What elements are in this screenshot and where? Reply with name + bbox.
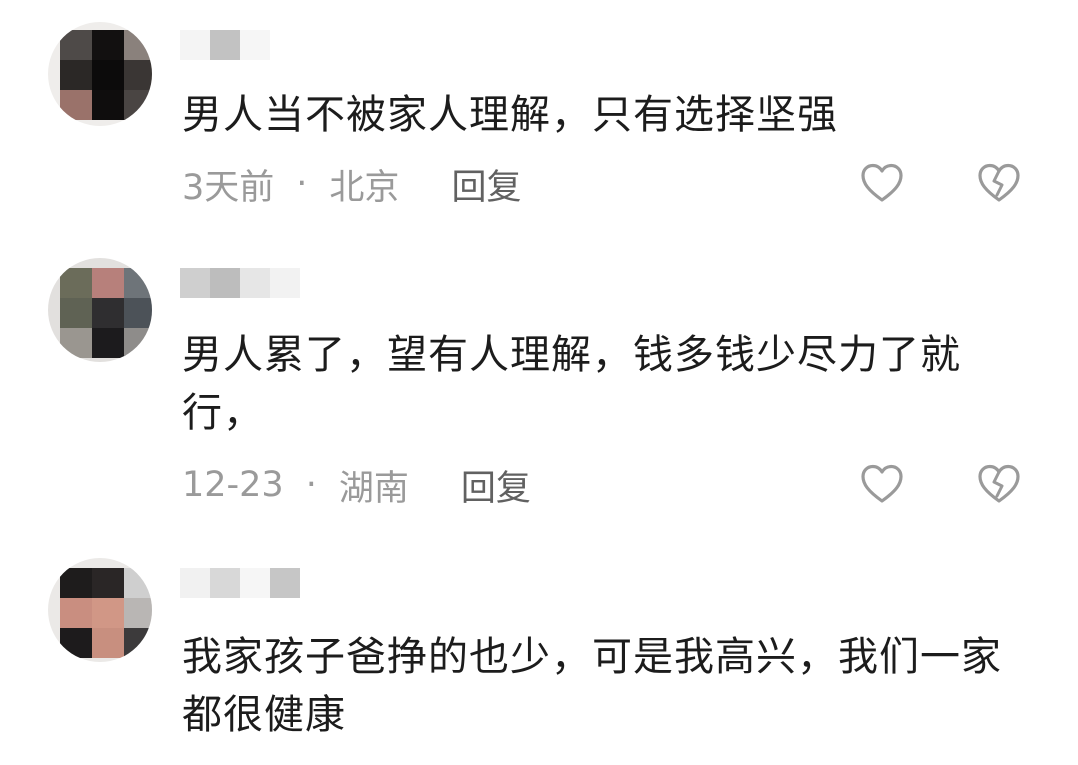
comment-time: 12-23 [182,465,284,505]
broken-heart-icon[interactable] [977,162,1021,204]
username-blurred[interactable] [180,568,300,598]
meta-separator: · [305,465,317,505]
username-blurred[interactable] [180,30,270,60]
meta-separator: · [296,164,308,204]
comment-meta: 3天前 · 北京 回复 [182,159,521,210]
comment-meta: 12-23 · 湖南 回复 [182,460,531,511]
comment-location: 北京 [329,167,400,208]
broken-heart-icon[interactable] [977,463,1021,505]
avatar[interactable] [48,258,152,362]
heart-outline-icon[interactable] [860,162,904,204]
heart-outline-icon[interactable] [860,463,904,505]
comment-text: 男人当不被家人理解，只有选择坚强 [182,92,838,138]
comment-text: 男人累了，望有人理解，钱多钱少尽力了就行， [182,332,961,436]
comment-location: 湖南 [338,468,409,509]
comment-text: 我家孩子爸挣的也少，可是我高兴，我们一家都很健康 [182,634,1002,738]
avatar[interactable] [48,22,152,126]
reply-button[interactable]: 回复 [461,460,531,511]
comment-time: 3天前 [182,167,275,208]
reply-button[interactable]: 回复 [451,159,521,210]
comment-list: 男人当不被家人理解，只有选择坚强 3天前 · 北京 回复 男人累了，望有人理解，… [0,0,1078,765]
username-blurred[interactable] [180,268,300,298]
avatar[interactable] [48,558,152,662]
